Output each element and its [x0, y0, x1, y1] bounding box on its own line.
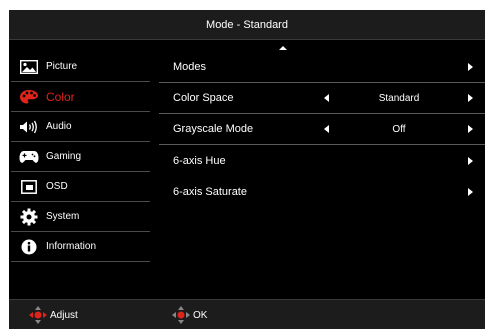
right-arrow-icon[interactable] — [468, 94, 473, 102]
speaker-icon — [19, 117, 39, 137]
right-arrow-icon[interactable] — [468, 63, 473, 71]
info-icon — [19, 237, 39, 257]
setting-row-color-space[interactable]: Color Space Standard — [159, 83, 485, 114]
four-way-joystick-icon — [28, 305, 48, 325]
sidebar-item-label: Picture — [46, 61, 78, 72]
right-arrow-icon[interactable] — [468, 125, 473, 133]
monitor-osd: Mode - Standard Picture Color Audio Gami… — [9, 10, 485, 329]
ok-hint: OK — [171, 300, 207, 330]
setting-label: Modes — [173, 61, 207, 73]
osd-window-icon — [19, 177, 39, 197]
sidebar-item-system[interactable]: System — [11, 202, 150, 232]
picture-icon — [19, 57, 39, 77]
sidebar-item-gaming[interactable]: Gaming — [11, 142, 150, 172]
osd-title: Mode - Standard — [206, 18, 288, 31]
setting-label: 6-axis Hue — [173, 154, 226, 167]
setting-row-6-axis-hue[interactable]: 6-axis Hue — [159, 145, 485, 176]
sidebar-item-label: Information — [46, 241, 97, 252]
setting-label: Grayscale Mode — [173, 123, 254, 135]
setting-label: Color Space — [173, 92, 234, 104]
color-settings-panel: Modes Color Space Standard Grayscale Mod… — [159, 52, 485, 207]
setting-label: 6-axis Saturate — [173, 185, 247, 198]
setting-row-grayscale-mode[interactable]: Grayscale Mode Off — [159, 114, 485, 145]
gear-icon — [19, 207, 39, 227]
adjust-label: Adjust — [50, 309, 78, 321]
palette-icon — [19, 87, 39, 107]
ok-label: OK — [193, 309, 208, 321]
joystick-press-icon — [171, 305, 191, 325]
sidebar-item-label: System — [46, 211, 80, 222]
sidebar-item-picture[interactable]: Picture — [11, 52, 150, 82]
osd-title-bar: Mode - Standard — [9, 10, 485, 40]
scroll-up-arrow-icon[interactable] — [279, 46, 287, 50]
osd-sidebar: Picture Color Audio Gaming OSD System In… — [9, 52, 150, 262]
sidebar-item-label: Audio — [46, 121, 72, 132]
adjust-hint: Adjust — [28, 300, 78, 330]
sidebar-item-audio[interactable]: Audio — [11, 112, 150, 142]
left-arrow-icon[interactable] — [324, 94, 329, 102]
right-arrow-icon[interactable] — [468, 156, 473, 165]
sidebar-item-label: Color — [46, 89, 75, 104]
osd-footer: Adjust OK — [9, 299, 485, 329]
setting-row-modes[interactable]: Modes — [159, 52, 485, 83]
left-arrow-icon[interactable] — [324, 125, 329, 133]
sidebar-item-color[interactable]: Color — [11, 82, 150, 112]
setting-value: Off — [392, 123, 406, 135]
setting-row-6-axis-saturate[interactable]: 6-axis Saturate — [159, 176, 485, 207]
sidebar-item-information[interactable]: Information — [11, 232, 150, 262]
sidebar-item-label: Gaming — [46, 151, 82, 162]
sidebar-item-osd[interactable]: OSD — [11, 172, 150, 202]
sidebar-item-label: OSD — [46, 181, 68, 192]
gamepad-icon — [19, 147, 39, 167]
right-arrow-icon[interactable] — [468, 187, 473, 196]
setting-value: Standard — [378, 92, 420, 104]
